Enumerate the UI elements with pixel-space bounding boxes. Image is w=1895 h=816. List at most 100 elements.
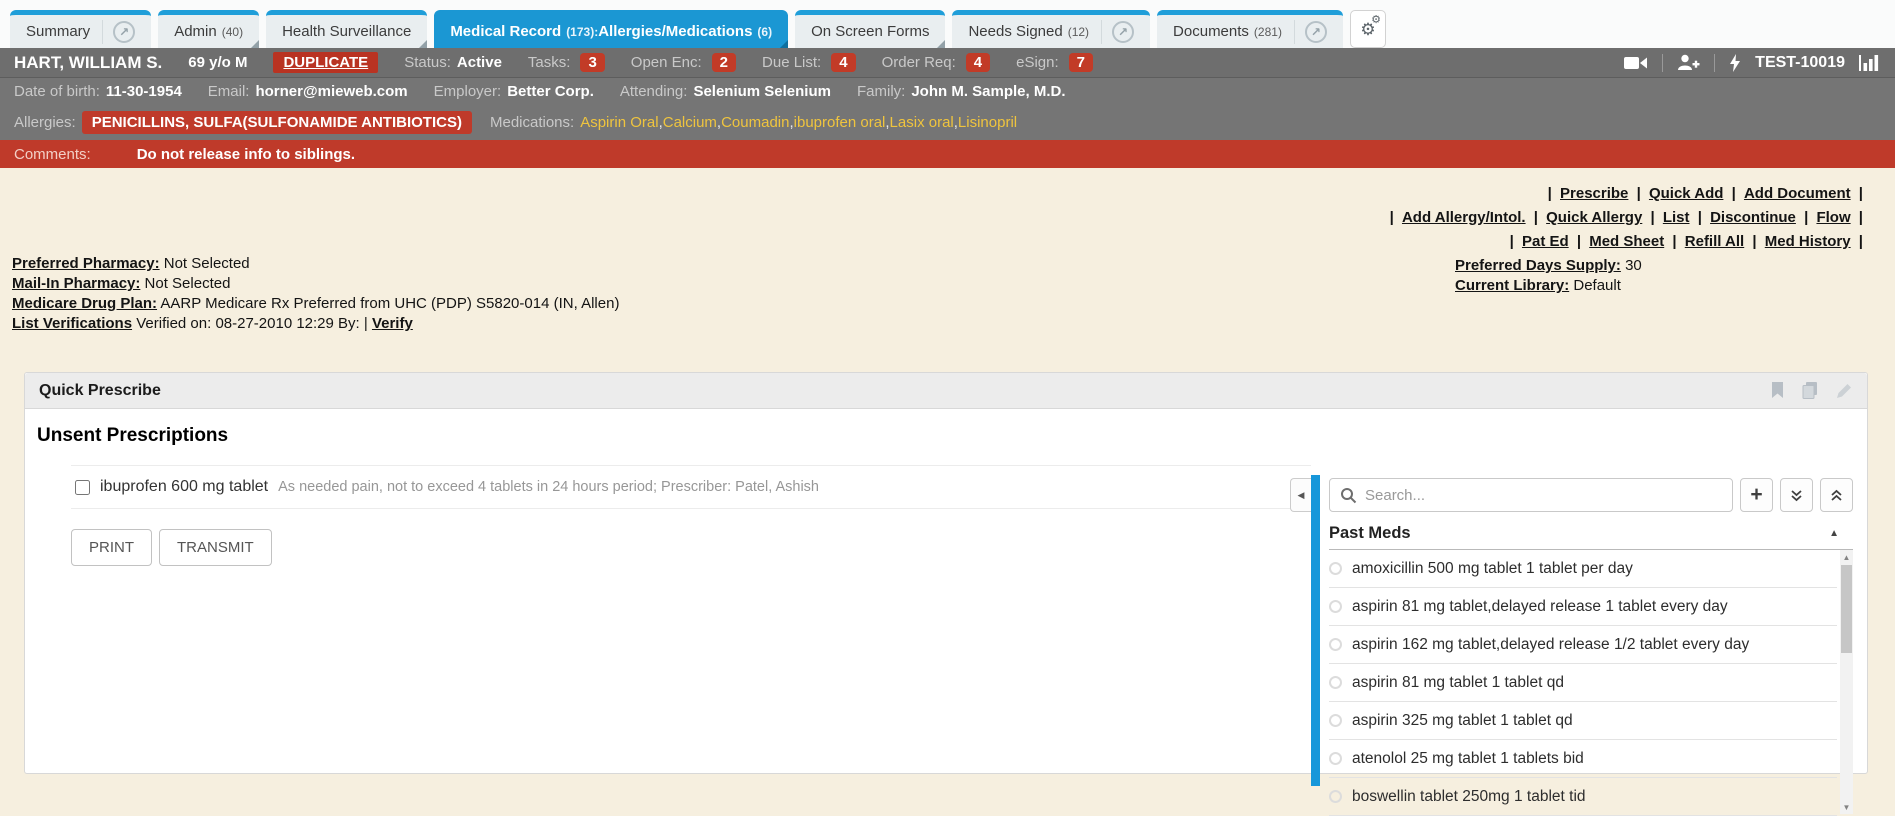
days-supply-row: Preferred Days Supply: 30	[1455, 256, 1867, 276]
settings-button[interactable]: ⚙ ⚙	[1350, 10, 1386, 48]
med-list-item[interactable]: aspirin 81 mg tablet 1 tablet qd	[1329, 664, 1837, 702]
pipe: |	[1534, 209, 1538, 226]
edit-pencil-icon[interactable]	[1836, 382, 1853, 399]
discontinue-link[interactable]: Discontinue	[1710, 209, 1796, 226]
med-list-item[interactable]: boswellin tablet 250mg 1 tablet tid	[1329, 778, 1837, 816]
preferred-pharmacy-value: Not Selected	[164, 255, 250, 272]
search-input[interactable]	[1365, 487, 1722, 504]
med-item-label: amoxicillin 500 mg tablet 1 tablet per d…	[1352, 560, 1633, 578]
transmit-button[interactable]: TRANSMIT	[159, 529, 272, 566]
tab-documents[interactable]: Documents (281) ↗	[1157, 10, 1343, 48]
main-content: | Prescribe | Quick Add | Add Document |…	[0, 168, 1895, 796]
tab-summary[interactable]: Summary ↗	[10, 10, 151, 48]
refill-all-link[interactable]: Refill All	[1685, 233, 1744, 250]
tasks-count-badge[interactable]: 3	[580, 53, 604, 72]
meds-subpanel: ◀ +	[1311, 475, 1867, 786]
medicare-drug-plan-row: Medicare Drug Plan: AARP Medicare Rx Pre…	[12, 294, 619, 314]
comments-bar: Comments: Do not release info to sibling…	[0, 140, 1895, 168]
med-list-item[interactable]: aspirin 325 mg tablet 1 tablet qd	[1329, 702, 1837, 740]
tab-medical-record[interactable]: Medical Record (173): Allergies/Medicati…	[434, 10, 788, 48]
days-supply-value: 30	[1625, 257, 1642, 274]
mail-in-pharmacy-label[interactable]: Mail-In Pharmacy:	[12, 275, 140, 292]
collapse-panel-button[interactable]: ◀	[1290, 478, 1311, 512]
med-list-item[interactable]: aspirin 81 mg tablet,delayed release 1 t…	[1329, 588, 1837, 626]
past-meds-header[interactable]: Past Meds ▲	[1329, 524, 1853, 550]
verify-link[interactable]: Verify	[372, 315, 413, 332]
medication-link[interactable]: Calcium	[663, 114, 717, 131]
med-item-label: aspirin 325 mg tablet 1 tablet qd	[1352, 712, 1573, 730]
tab-admin[interactable]: Admin (40)	[158, 10, 259, 48]
tab-health-surveillance[interactable]: Health Surveillance	[266, 10, 427, 48]
add-med-button[interactable]: +	[1740, 478, 1773, 512]
scroll-up-button[interactable]: ▲	[1840, 550, 1853, 564]
order-req-count-badge[interactable]: 4	[966, 53, 990, 72]
medication-link[interactable]: Aspirin Oral	[580, 114, 658, 131]
add-allergy-link[interactable]: Add Allergy/Intol.	[1402, 209, 1526, 226]
external-link-icon[interactable]: ↗	[113, 21, 135, 43]
preferred-pharmacy-label[interactable]: Preferred Pharmacy:	[12, 255, 160, 272]
list-link[interactable]: List	[1663, 209, 1690, 226]
tab-medrec-sublabel: Allergies/Medications	[598, 23, 752, 40]
med-bullet-icon	[1329, 600, 1342, 613]
rx-checkbox[interactable]	[75, 480, 90, 495]
flow-link[interactable]: Flow	[1816, 209, 1850, 226]
rx-details: As needed pain, not to exceed 4 tablets …	[278, 479, 819, 495]
medication-link[interactable]: ibuprofen oral	[794, 114, 886, 131]
med-sheet-link[interactable]: Med Sheet	[1589, 233, 1664, 250]
med-bullet-icon	[1329, 638, 1342, 651]
quick-add-link[interactable]: Quick Add	[1649, 185, 1723, 202]
patient-name: HART, WILLIAM S.	[14, 53, 162, 73]
esign-count-badge[interactable]: 7	[1069, 53, 1093, 72]
pipe: |	[1650, 209, 1654, 226]
tab-medrec-count: (173):	[566, 25, 598, 39]
current-library-label[interactable]: Current Library:	[1455, 277, 1569, 294]
sort-ascending-icon[interactable]: ▲	[1829, 528, 1839, 539]
pipe: |	[1637, 185, 1641, 202]
action-links-row2: | Add Allergy/Intol. | Quick Allergy | L…	[1386, 206, 1867, 230]
tab-dogear-icon	[780, 40, 788, 48]
quick-allergy-link[interactable]: Quick Allergy	[1546, 209, 1642, 226]
open-enc-count-badge[interactable]: 2	[712, 53, 736, 72]
med-list-item[interactable]: amoxicillin 500 mg tablet 1 tablet per d…	[1329, 550, 1837, 588]
prescribe-link[interactable]: Prescribe	[1560, 185, 1628, 202]
tab-needs-signed[interactable]: Needs Signed (12) ↗	[952, 10, 1150, 48]
meds-scrollbar[interactable]: ▲ ▼	[1840, 550, 1853, 814]
bookmark-icon[interactable]	[1771, 382, 1784, 399]
days-supply-label[interactable]: Preferred Days Supply:	[1455, 257, 1621, 274]
dob-label: Date of birth:	[14, 83, 100, 100]
expand-all-button[interactable]	[1780, 478, 1813, 512]
print-button[interactable]: PRINT	[71, 529, 152, 566]
pat-ed-link[interactable]: Pat Ed	[1522, 233, 1569, 250]
esign-label: eSign:	[1016, 54, 1059, 71]
med-list-item[interactable]: atenolol 25 mg tablet 1 tablets bid	[1329, 740, 1837, 778]
employer-value: Better Corp.	[507, 83, 594, 100]
current-library-row: Current Library: Default	[1455, 276, 1867, 296]
medication-link[interactable]: Coumadin	[721, 114, 789, 131]
scrollbar-thumb[interactable]	[1841, 565, 1852, 653]
medication-link[interactable]: Lasix oral	[890, 114, 954, 131]
lightning-bolt-icon[interactable]	[1729, 54, 1741, 72]
attending-value: Selenium Selenium	[693, 83, 831, 100]
tab-on-screen-forms[interactable]: On Screen Forms	[795, 10, 945, 48]
add-document-link[interactable]: Add Document	[1744, 185, 1851, 202]
search-box[interactable]	[1329, 478, 1733, 512]
documents-icon[interactable]	[1802, 382, 1818, 399]
med-list-item[interactable]: aspirin 162 mg tablet,delayed release 1/…	[1329, 626, 1837, 664]
bar-chart-icon[interactable]	[1859, 54, 1881, 71]
external-link-icon[interactable]: ↗	[1112, 21, 1134, 43]
video-camera-icon[interactable]	[1624, 55, 1648, 71]
external-link-icon[interactable]: ↗	[1305, 21, 1327, 43]
scroll-down-button[interactable]: ▼	[1840, 800, 1853, 814]
list-verifications-label[interactable]: List Verifications	[12, 315, 132, 332]
med-history-link[interactable]: Med History	[1765, 233, 1851, 250]
tab-dogear-icon	[419, 40, 427, 48]
allergy-badge[interactable]: PENICILLINS, SULFA(SULFONAMIDE ANTIBIOTI…	[82, 111, 472, 134]
due-list-count-badge[interactable]: 4	[831, 53, 855, 72]
collapse-all-button[interactable]	[1820, 478, 1853, 512]
duplicate-badge[interactable]: DUPLICATE	[273, 52, 378, 73]
add-person-icon[interactable]	[1677, 54, 1700, 71]
medication-link[interactable]: Lisinopril	[958, 114, 1017, 131]
medicare-drug-plan-label[interactable]: Medicare Drug Plan:	[12, 295, 157, 312]
medications-label: Medications:	[490, 114, 574, 131]
med-item-label: aspirin 81 mg tablet,delayed release 1 t…	[1352, 598, 1728, 616]
